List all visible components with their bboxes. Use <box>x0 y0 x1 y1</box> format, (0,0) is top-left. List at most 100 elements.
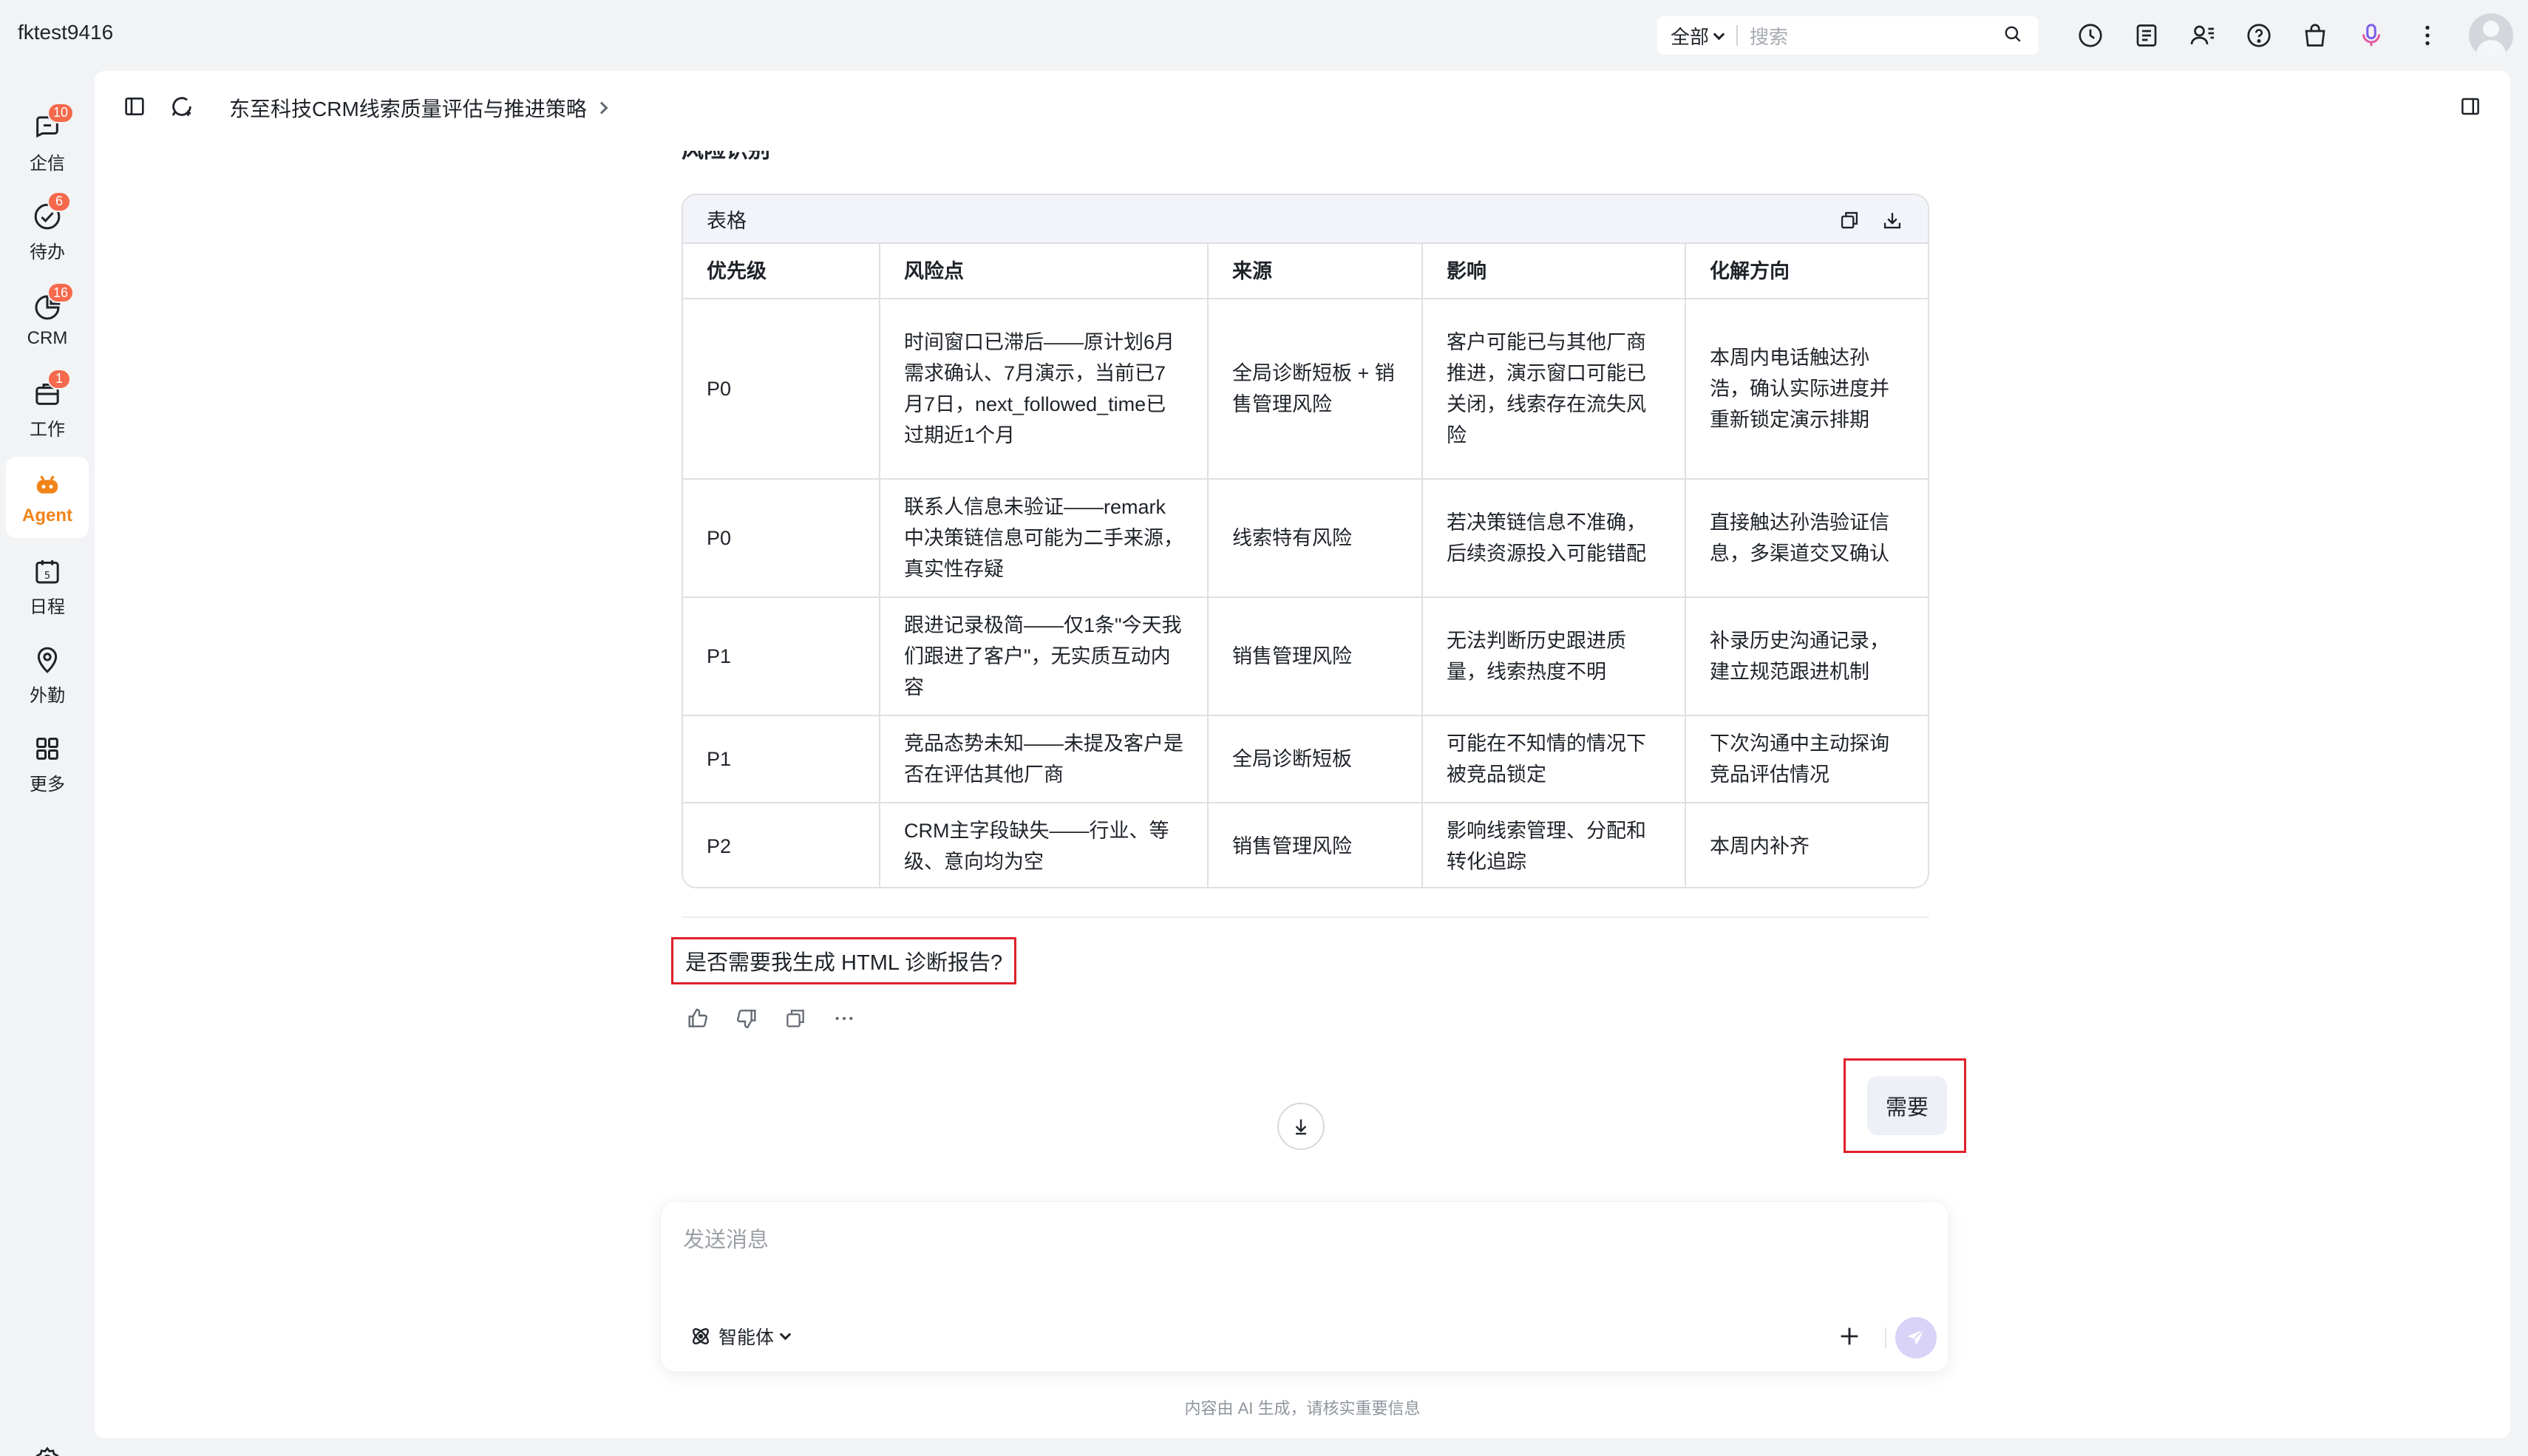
search-icon[interactable] <box>2003 24 2022 47</box>
breadcrumb[interactable]: 东至科技CRM线索质量评估与推进策略 <box>229 93 608 123</box>
nav-label: 更多 <box>30 774 65 795</box>
nav-label: 外勤 <box>30 685 65 706</box>
top-bar: fktest9416 全部 搜索 <box>0 0 2528 71</box>
history-clock-icon[interactable] <box>2074 19 2107 52</box>
column-header: 影响 <box>1422 244 1686 299</box>
nav-item-crm[interactable]: 16 CRM <box>6 279 89 361</box>
new-chat-icon[interactable] <box>167 92 197 121</box>
toggle-right-panel-icon[interactable] <box>2456 92 2485 121</box>
chat-bubble-icon: 10 <box>31 102 75 144</box>
more-horizontal-icon[interactable] <box>829 1004 859 1033</box>
nav-label: 企信 <box>30 153 65 174</box>
nav-label: 工作 <box>30 419 65 440</box>
attach-plus-icon[interactable] <box>1833 1320 1866 1353</box>
profile-avatar[interactable] <box>2469 13 2513 58</box>
voice-mic-icon[interactable] <box>2355 19 2388 52</box>
ai-disclaimer: 内容由 AI 生成，请核实重要信息 <box>1184 1399 1421 1418</box>
table-cell: 全局诊断短板 <box>1208 715 1423 803</box>
message-composer: 发送消息 智能体 <box>661 1202 1948 1372</box>
table-cell: P1 <box>683 715 880 803</box>
search-scope-label: 全部 <box>1671 25 1710 48</box>
table-cell: 若决策链信息不准确，后续资源投入可能错配 <box>1422 479 1686 598</box>
chevron-right-icon <box>595 101 608 115</box>
nav-item-agent[interactable]: Agent <box>6 457 89 538</box>
composer-divider <box>1885 1327 1886 1348</box>
thumbs-up-icon[interactable] <box>683 1004 713 1033</box>
message-actions <box>683 1004 859 1033</box>
main-header: 东至科技CRM线索质量评估与推进策略 <box>95 71 2510 142</box>
column-header: 化解方向 <box>1685 244 1928 299</box>
table-row: P0 时间窗口已滞后——原计划6月需求确认、7月演示，当前已7月7日，next_… <box>683 299 1928 480</box>
download-icon[interactable] <box>1879 207 1906 234</box>
settings-gear-icon[interactable] <box>31 1443 64 1456</box>
table-cell: 全局诊断短板 + 销售管理风险 <box>1208 299 1423 480</box>
table-cell: 线索特有风险 <box>1208 479 1423 598</box>
search-scope-select[interactable]: 全部 <box>1657 22 1725 50</box>
nav-item-todo[interactable]: 6 待办 <box>6 191 89 272</box>
copy-icon[interactable] <box>781 1004 810 1033</box>
table-row: P1 跟进记录极简——仅1条"今天我们跟进了客户"，无实质互动内容 销售管理风险… <box>683 597 1928 716</box>
unread-badge: 16 <box>47 282 75 303</box>
thumbs-down-icon[interactable] <box>732 1004 761 1033</box>
search-input[interactable]: 搜索 <box>1750 22 2003 50</box>
copy-icon[interactable] <box>1836 207 1863 234</box>
table-cell: 可能在不知情的情况下被竞品锁定 <box>1422 715 1686 803</box>
search-divider <box>1736 25 1739 46</box>
table-card-title: 表格 <box>707 209 747 232</box>
table-cell: P0 <box>683 479 880 598</box>
table-card-header: 表格 <box>683 195 1928 244</box>
table-cell: 本周内补齐 <box>1710 834 1810 857</box>
unread-badge: 10 <box>47 102 75 123</box>
toggle-sidebar-icon[interactable] <box>120 92 149 121</box>
arrow-down-icon <box>1295 1119 1307 1135</box>
help-icon[interactable] <box>2243 19 2275 52</box>
chevron-down-icon <box>779 1328 792 1340</box>
agent-robot-icon <box>31 469 64 501</box>
nav-item-field-work[interactable]: 外勤 <box>6 634 89 715</box>
calendar-icon: 5 <box>31 555 64 588</box>
nav-item-messages[interactable]: 10 企信 <box>6 102 89 183</box>
scroll-to-bottom-button[interactable] <box>1277 1103 1325 1150</box>
agent-selector[interactable]: 智能体 <box>689 1323 792 1350</box>
toolbar-icons <box>2074 19 2444 52</box>
column-header: 优先级 <box>683 244 880 299</box>
assistant-question: 是否需要我生成 HTML 诊断报告? <box>671 937 1017 984</box>
column-header: 来源 <box>1208 244 1423 299</box>
approval-document-icon[interactable] <box>2130 19 2163 52</box>
unread-badge: 6 <box>47 191 71 212</box>
table-cell: P1 <box>683 597 880 716</box>
risk-table: 优先级 风险点 来源 影响 化解方向 P0 时间窗口已滞后——原计划6月需求确认… <box>683 244 1928 887</box>
nav-item-work[interactable]: 1 工作 <box>6 368 89 449</box>
account-name[interactable]: fktest9416 <box>18 21 113 44</box>
table-cell: 影响线索管理、分配和转化追踪 <box>1422 803 1686 887</box>
risk-table-card: 表格 优先级 风险点 来源 影响 化解方向 P0 时间窗口已滞后——原计划6月需… <box>682 194 1929 888</box>
table-row: P0 联系人信息未验证——remark中决策链信息可能为二手来源，真实性存疑 线… <box>683 479 1928 598</box>
message-input[interactable]: 发送消息 <box>683 1222 769 1253</box>
shopping-bag-icon[interactable] <box>2299 19 2331 52</box>
search-bar: 全部 搜索 <box>1657 16 2039 55</box>
agent-selector-label: 智能体 <box>718 1327 775 1348</box>
table-cell: 补录历史沟通记录，建立规范跟进机制 <box>1685 597 1928 716</box>
more-vertical-icon[interactable] <box>2411 19 2444 52</box>
conversation-title: 东至科技CRM线索质量评估与推进策略 <box>229 98 587 120</box>
nav-label: Agent <box>22 506 72 525</box>
table-cell: 时间窗口已滞后——原计划6月需求确认、7月演示，当前已7月7日，next_fol… <box>880 299 1209 480</box>
nav-item-more[interactable]: 更多 <box>6 723 89 804</box>
table-cell: 直接触达孙浩验证信息，多渠道交叉确认 <box>1685 479 1928 598</box>
nav-label: 待办 <box>30 242 65 262</box>
nav-item-calendar[interactable]: 5 日程 <box>6 545 89 627</box>
table-cell: 本周内电话触达孙浩，确认实际进度并重新锁定演示排期 <box>1685 299 1928 480</box>
table-cell: P2 <box>683 803 880 887</box>
table-actions <box>1836 207 1906 234</box>
table-row: P1 竞品态势未知——未提及客户是否在评估其他厂商 全局诊断短板 可能在不知情的… <box>683 715 1928 803</box>
table-cell: 跟进记录极简——仅1条"今天我们跟进了客户"，无实质互动内容 <box>880 597 1209 716</box>
briefcase-icon: 1 <box>31 368 71 410</box>
pie-chart-icon: 16 <box>31 282 75 324</box>
contacts-icon[interactable] <box>2186 19 2219 52</box>
table-cell: 客户可能已与其他厂商推进，演示窗口可能已关闭，线索存在流失风险 <box>1422 299 1686 480</box>
main-panel: 东至科技CRM线索质量评估与推进策略 风险识别 表格 优先级 风险点 来源 影响… <box>95 71 2510 1438</box>
table-cell: 销售管理风险 <box>1208 597 1423 716</box>
grid-apps-icon <box>31 732 64 765</box>
send-button[interactable] <box>1895 1317 1937 1358</box>
left-navigation: 10 企信 6 待办 16 CRM 1 工作 Agent 5 日程 外勤 更多 <box>0 71 95 1456</box>
